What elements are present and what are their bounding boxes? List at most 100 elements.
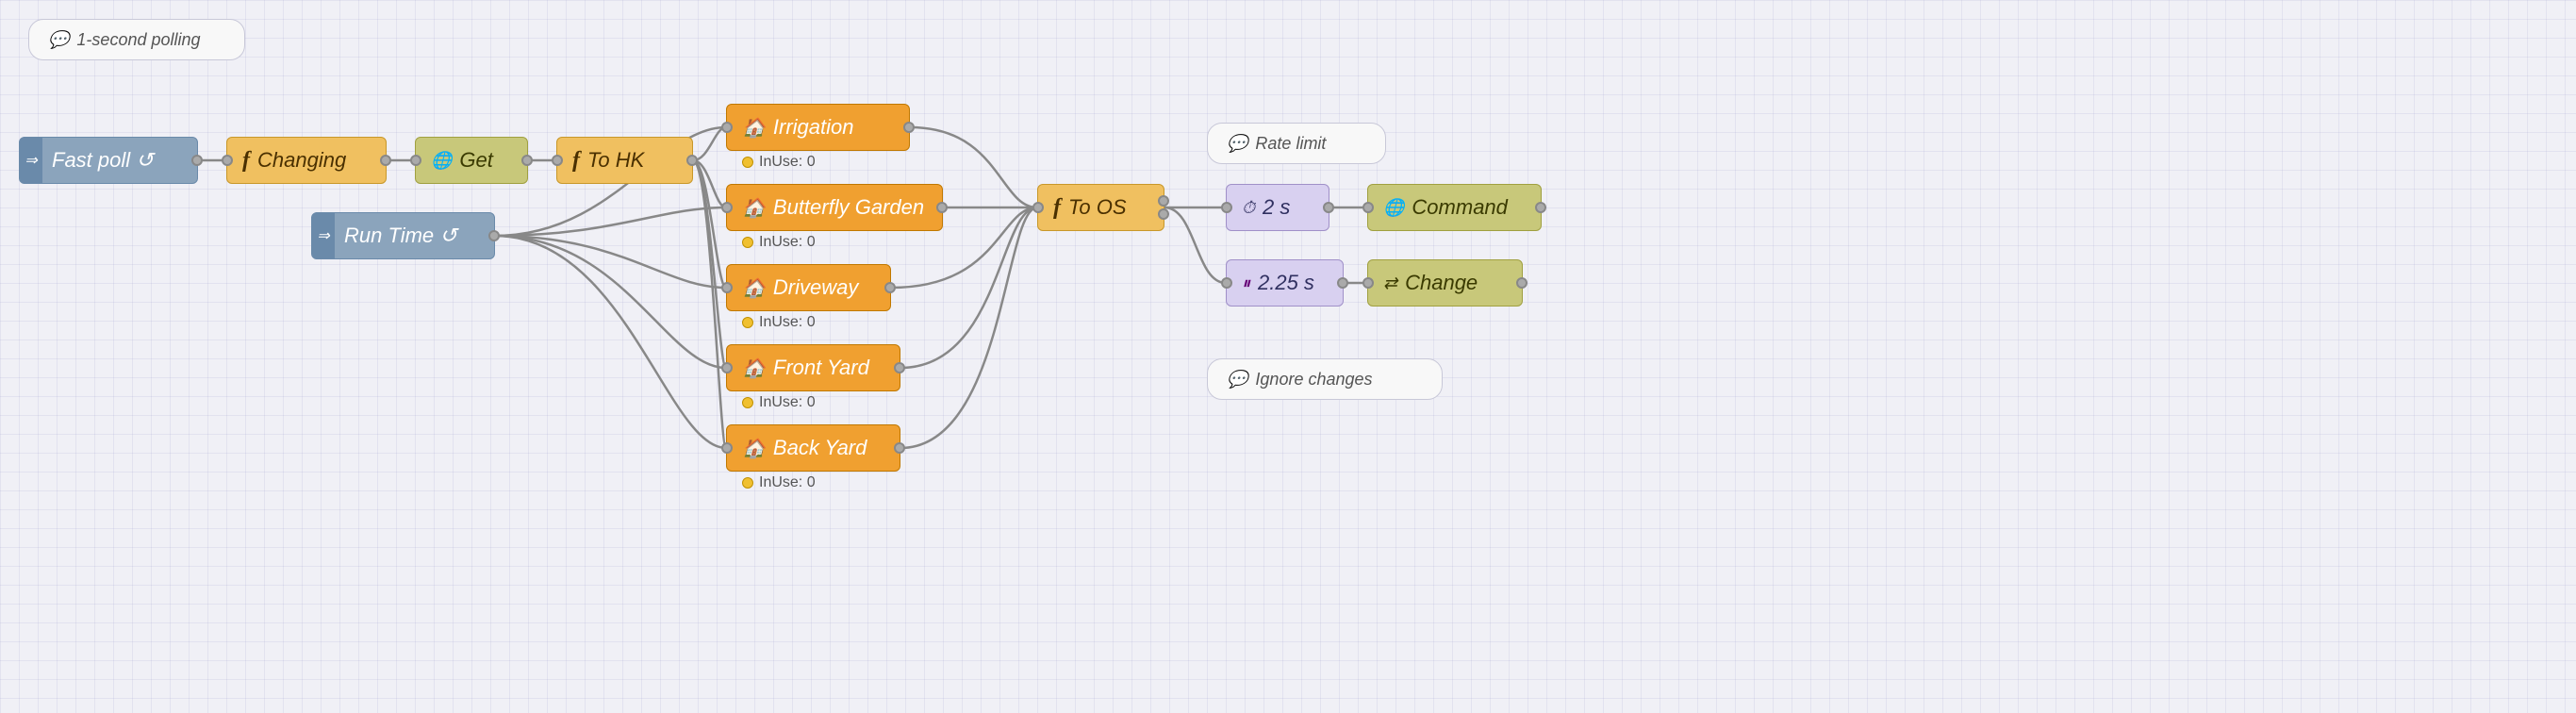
rate-limit-icon: 💬 [1227, 134, 1247, 154]
driveway-node[interactable]: 🏠 Driveway InUse: 0 [726, 264, 891, 311]
to-os-input-port [1032, 202, 1044, 213]
irrigation-inuse-label: InUse: 0 [759, 154, 816, 171]
back-yard-label: Back Yard [773, 436, 867, 460]
get-output-port [521, 155, 533, 166]
change-label: Change [1405, 271, 1478, 295]
get-node[interactable]: 🌐 Get [415, 137, 528, 184]
irrigation-output-port [903, 122, 915, 133]
back-yard-output-port [894, 442, 905, 454]
run-time-body: Run Time ↺ [335, 224, 472, 248]
to-os-label: To OS [1068, 195, 1127, 220]
butterfly-label: Butterfly Garden [773, 195, 924, 220]
driveway-label: Driveway [773, 275, 858, 300]
change-output-port [1516, 277, 1527, 289]
driveway-output-port [884, 282, 896, 293]
inject-icon: ⇒ [25, 151, 37, 170]
to-hk-func-icon: f [572, 148, 580, 174]
irrigation-label: Irrigation [773, 115, 854, 140]
rate-limit-label: Rate limit [1255, 134, 1326, 154]
get-icon: 🌐 [431, 151, 452, 171]
driveway-input-port [721, 282, 733, 293]
delay-2s-clock-icon: ⏱ [1242, 198, 1255, 218]
front-yard-inuse-dot [742, 397, 753, 408]
front-yard-node[interactable]: 🏠 Front Yard InUse: 0 [726, 344, 900, 391]
front-yard-home-icon: 🏠 [742, 356, 766, 380]
to-hk-output-port [686, 155, 698, 166]
polling-comment-label: 1-second polling [76, 30, 200, 50]
front-yard-inuse-badge: InUse: 0 [742, 394, 816, 411]
fast-poll-output-port [191, 155, 203, 166]
back-yard-inuse-badge: InUse: 0 [742, 474, 816, 491]
run-time-label: Run Time ↺ [344, 224, 457, 248]
back-yard-input-port [721, 442, 733, 454]
delay-225s-output-port [1337, 277, 1348, 289]
irrigation-inuse-dot [742, 157, 753, 168]
to-hk-node[interactable]: f To HK [556, 137, 693, 184]
butterfly-inuse-dot [742, 237, 753, 248]
delay-225s-node[interactable]: ⏸ 2.25 s [1226, 259, 1344, 307]
change-input-port [1362, 277, 1374, 289]
fast-poll-node[interactable]: ⇒ Fast poll ↺ [19, 137, 198, 184]
fast-poll-body: Fast poll ↺ [42, 148, 169, 173]
command-input-port [1362, 202, 1374, 213]
irrigation-input-port [721, 122, 733, 133]
rate-limit-node: 💬 Rate limit [1207, 123, 1386, 164]
delay-2s-output-port [1323, 202, 1334, 213]
command-node[interactable]: 🌐 Command [1367, 184, 1542, 231]
delay-2s-input-port [1221, 202, 1232, 213]
front-yard-inuse-label: InUse: 0 [759, 394, 816, 411]
changing-output-port [380, 155, 391, 166]
get-label: Get [459, 148, 492, 173]
to-os-output-port-2 [1158, 208, 1169, 220]
run-time-node[interactable]: ⇒ Run Time ↺ [311, 212, 495, 259]
comment-icon: 💬 [48, 30, 69, 50]
command-label: Command [1412, 195, 1507, 220]
back-yard-node[interactable]: 🏠 Back Yard InUse: 0 [726, 424, 900, 472]
function-icon: f [242, 148, 250, 174]
butterfly-inuse-badge: InUse: 0 [742, 234, 816, 251]
get-input-port [410, 155, 421, 166]
to-os-output-port-1 [1158, 195, 1169, 207]
back-yard-inuse-dot [742, 477, 753, 489]
butterfly-inuse-label: InUse: 0 [759, 234, 816, 251]
front-yard-label: Front Yard [773, 356, 869, 380]
changing-node[interactable]: f Changing [226, 137, 387, 184]
inject-tab: ⇒ [20, 137, 42, 184]
to-hk-input-port [552, 155, 563, 166]
ignore-changes-label: Ignore changes [1255, 370, 1372, 390]
run-time-output-port [488, 230, 500, 241]
changing-input-port [222, 155, 233, 166]
fast-poll-label: Fast poll ↺ [52, 148, 154, 173]
change-icon: ⇄ [1383, 274, 1397, 293]
irrigation-home-icon: 🏠 [742, 116, 766, 140]
front-yard-input-port [721, 362, 733, 373]
driveway-inuse-badge: InUse: 0 [742, 314, 816, 331]
to-hk-label: To HK [587, 148, 644, 173]
back-yard-inuse-label: InUse: 0 [759, 474, 816, 491]
driveway-home-icon: 🏠 [742, 276, 766, 300]
butterfly-output-port [936, 202, 948, 213]
irrigation-node[interactable]: 🏠 Irrigation InUse: 0 [726, 104, 910, 151]
ignore-changes-icon: 💬 [1227, 370, 1247, 390]
front-yard-output-port [894, 362, 905, 373]
to-os-node[interactable]: f To OS [1037, 184, 1164, 231]
change-node[interactable]: ⇄ Change [1367, 259, 1523, 307]
ignore-changes-node: 💬 Ignore changes [1207, 358, 1443, 400]
to-os-func-icon: f [1053, 195, 1061, 221]
delay-225s-input-port [1221, 277, 1232, 289]
butterfly-garden-node[interactable]: 🏠 Butterfly Garden InUse: 0 [726, 184, 943, 231]
run-time-icon: ⇒ [317, 226, 329, 245]
driveway-inuse-label: InUse: 0 [759, 314, 816, 331]
delay-225s-icon: ⏸ [1242, 274, 1250, 293]
delay-225s-label: 2.25 s [1258, 271, 1314, 295]
command-icon: 🌐 [1383, 198, 1404, 218]
delay-2s-label: 2 s [1263, 195, 1290, 220]
butterfly-home-icon: 🏠 [742, 196, 766, 220]
driveway-inuse-dot [742, 317, 753, 328]
irrigation-inuse-badge: InUse: 0 [742, 154, 816, 171]
delay-2s-node[interactable]: ⏱ 2 s [1226, 184, 1329, 231]
command-output-port [1535, 202, 1546, 213]
run-time-tab: ⇒ [312, 212, 335, 259]
changing-label: Changing [257, 148, 346, 173]
butterfly-input-port [721, 202, 733, 213]
